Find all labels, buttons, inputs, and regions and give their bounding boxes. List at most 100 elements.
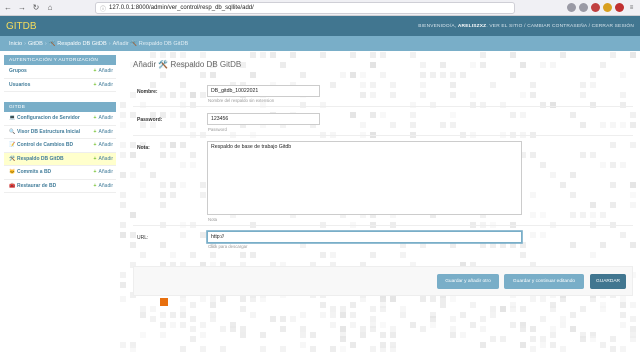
extension-icon[interactable] xyxy=(603,3,612,12)
background-tile xyxy=(620,312,626,318)
background-tile xyxy=(560,296,566,302)
background-tile xyxy=(280,346,286,352)
background-tile xyxy=(370,52,376,58)
nombre-input[interactable] xyxy=(207,85,320,97)
reload-icon[interactable]: ↻ xyxy=(30,2,42,14)
save-button[interactable]: GUARDAR xyxy=(590,274,626,289)
background-tile xyxy=(500,306,506,312)
site-brand[interactable]: GITDB xyxy=(6,21,37,32)
page-info-icon[interactable]: ⓘ xyxy=(100,4,106,13)
breadcrumb-app[interactable]: GitDB xyxy=(28,41,43,47)
sidebar-item-usuarios: Usuarios + Añadir xyxy=(4,79,116,92)
background-tile xyxy=(330,322,336,328)
add-link[interactable]: + Añadir xyxy=(94,142,114,148)
forward-icon[interactable]: → xyxy=(16,2,28,14)
background-tile xyxy=(170,322,176,328)
background-tile xyxy=(220,346,226,352)
sidebar-item-label: Restaurar de BD xyxy=(17,182,57,189)
background-tile xyxy=(300,342,306,348)
link-view-site[interactable]: VER EL SITIO xyxy=(489,24,522,29)
form-row-password: Password: Password xyxy=(133,107,633,136)
add-link[interactable]: + Añadir xyxy=(94,183,114,189)
breadcrumb-home[interactable]: Inicio xyxy=(9,41,22,47)
background-tile xyxy=(260,332,266,338)
home-icon[interactable]: ⌂ xyxy=(44,2,56,14)
link-logout[interactable]: CERRAR SESIÓN xyxy=(592,24,634,29)
background-tile xyxy=(520,326,526,332)
back-icon[interactable]: ← xyxy=(2,2,14,14)
save-and-continue-button[interactable]: Guardar y continuar editando xyxy=(504,274,584,289)
background-tile xyxy=(620,302,626,308)
extension-icon[interactable] xyxy=(579,3,588,12)
background-tile xyxy=(140,306,146,312)
extension-icon[interactable] xyxy=(615,3,624,12)
breadcrumb-model[interactable]: 🛠️ Respaldo DB GitDB xyxy=(49,41,107,47)
extension-icon[interactable] xyxy=(591,3,600,12)
background-tile xyxy=(600,62,606,68)
background-tile xyxy=(510,306,516,312)
background-tile xyxy=(390,296,396,302)
menu-icon[interactable]: ≡ xyxy=(627,3,636,12)
background-tile xyxy=(140,332,146,338)
background-tile xyxy=(160,322,166,328)
magnifier-icon: 🔍 xyxy=(9,128,16,135)
add-link[interactable]: + Añadir xyxy=(94,115,114,121)
module-caption[interactable]: AUTENTICACIÓN Y AUTORIZACIÓN xyxy=(4,55,116,65)
password-input[interactable] xyxy=(207,113,320,125)
background-tile xyxy=(440,62,446,68)
save-and-add-button[interactable]: Guardar y añadir otro xyxy=(437,274,499,289)
add-link[interactable]: + Añadir xyxy=(94,129,114,135)
background-tile xyxy=(390,346,396,352)
add-link[interactable]: + Añadir xyxy=(94,169,114,175)
background-tile xyxy=(480,316,486,322)
add-link[interactable]: + Añadir xyxy=(94,82,114,88)
background-tile xyxy=(310,332,316,338)
background-tile xyxy=(340,72,346,78)
background-tile xyxy=(360,326,366,332)
url-input[interactable] xyxy=(207,231,522,243)
background-tile xyxy=(470,302,476,308)
address-bar[interactable]: ⓘ 127.0.0.1:8000/admin/ver_control/resp_… xyxy=(95,2,515,14)
background-tile xyxy=(120,142,126,148)
background-tile xyxy=(170,312,176,318)
background-tile xyxy=(240,332,246,338)
background-tile xyxy=(120,112,126,118)
background-tile xyxy=(370,306,376,312)
background-tile xyxy=(340,312,346,318)
add-link[interactable]: + Añadir xyxy=(94,156,114,162)
background-tile xyxy=(340,326,346,332)
background-tile xyxy=(440,72,446,78)
background-tile xyxy=(610,52,616,58)
background-tile xyxy=(160,332,166,338)
sidebar-item-label: Configuracion de Servidor xyxy=(17,115,80,122)
module-caption[interactable]: GITDB xyxy=(4,102,116,112)
nota-textarea[interactable]: Respaldo de base de trabajo Gitdb xyxy=(207,141,522,215)
background-tile xyxy=(560,346,566,352)
background-tile xyxy=(510,72,516,78)
background-tile xyxy=(250,312,256,318)
background-tile xyxy=(580,336,586,342)
background-tile xyxy=(460,332,466,338)
sidebar-item-visor: 🔍 Visor DB Estructura Inicial + Añadir xyxy=(4,126,116,139)
background-tile xyxy=(120,282,126,288)
sidebar-item-label[interactable]: Grupos xyxy=(9,68,27,74)
extension-icon[interactable] xyxy=(567,3,576,12)
background-tile xyxy=(180,322,186,328)
background-tile xyxy=(190,302,196,308)
background-tile xyxy=(340,346,346,352)
background-tile xyxy=(160,72,166,78)
sidebar-item-label: Respaldo DB GitDB xyxy=(17,155,64,162)
add-link[interactable]: + Añadir xyxy=(94,68,114,74)
background-tile xyxy=(480,342,486,348)
link-change-password[interactable]: CAMBIAR CONTRASEÑA xyxy=(527,24,587,29)
background-tile xyxy=(610,336,616,342)
background-tile xyxy=(340,336,346,342)
background-tile xyxy=(450,296,456,302)
background-tile xyxy=(310,346,316,352)
background-tile xyxy=(330,346,336,352)
background-tile xyxy=(490,306,496,312)
module-gitdb: GITDB 💻 Configuracion de Servidor + Añadi… xyxy=(4,102,116,193)
background-tile xyxy=(350,312,356,318)
background-tile xyxy=(160,312,166,318)
sidebar-item-label[interactable]: Usuarios xyxy=(9,82,30,88)
